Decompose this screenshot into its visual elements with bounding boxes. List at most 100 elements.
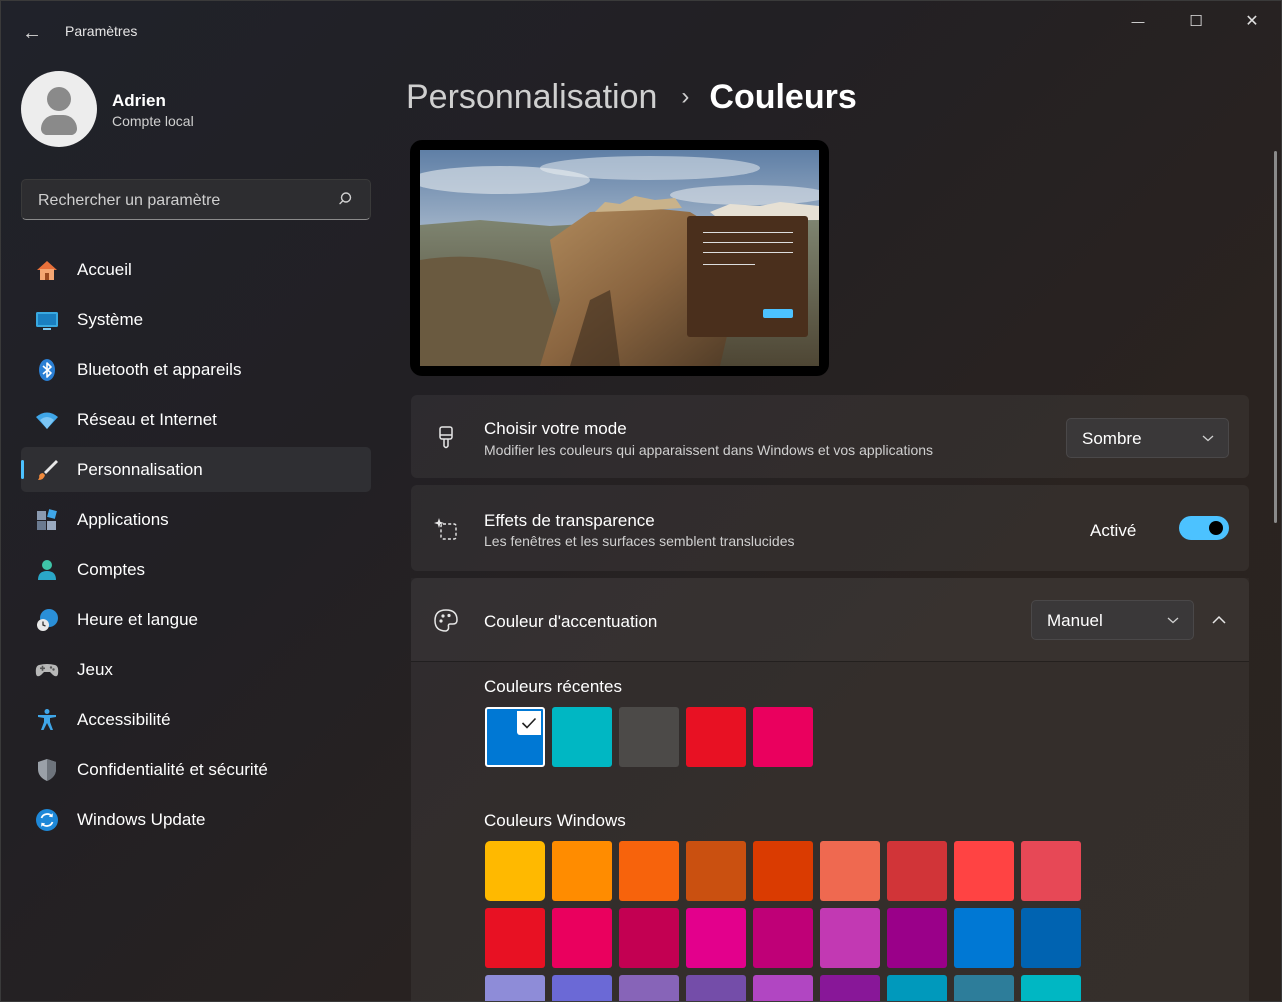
transparency-card: Effets de transparence Les fenêtres et l… [411, 485, 1249, 571]
close-icon: ✕ [1245, 13, 1259, 30]
sidebar-item-heure[interactable]: Heure et langue [21, 597, 371, 642]
mode-dropdown[interactable]: Sombre [1066, 418, 1229, 458]
back-button[interactable]: ← [15, 17, 49, 49]
sidebar-item-accueil[interactable]: Accueil [21, 247, 371, 292]
paint-brush-icon [439, 426, 453, 449]
collapse-button[interactable] [1199, 600, 1239, 640]
search-icon[interactable] [338, 190, 356, 208]
windows-color-swatch[interactable] [1021, 975, 1081, 1001]
search-box[interactable] [21, 179, 371, 221]
windows-color-swatch[interactable] [619, 908, 679, 968]
sidebar-item-label: Windows Update [77, 809, 206, 829]
sidebar-item-personnalisation[interactable]: Personnalisation [21, 447, 371, 492]
sidebar-item-windows-update[interactable]: Windows Update [21, 797, 371, 842]
windows-color-swatch[interactable] [686, 908, 746, 968]
wifi-icon [36, 412, 58, 429]
recent-color-swatch[interactable] [552, 707, 612, 767]
bluetooth-icon [39, 359, 55, 381]
windows-color-swatch[interactable] [887, 975, 947, 1001]
palette-icon [434, 609, 458, 632]
windows-color-swatch[interactable] [820, 908, 880, 968]
windows-color-swatch[interactable] [753, 841, 813, 901]
close-button[interactable]: ✕ [1223, 1, 1281, 41]
sidebar-item-label: Personnalisation [77, 459, 203, 479]
page-title: Couleurs [709, 77, 857, 116]
recent-colors-label: Couleurs récentes [484, 677, 622, 696]
sidebar-item-label: Comptes [77, 559, 146, 579]
windows-color-swatch[interactable] [552, 841, 612, 901]
sidebar-item-applications[interactable]: Applications [21, 497, 371, 542]
windows-color-swatch[interactable] [954, 975, 1014, 1001]
recent-color-swatch[interactable] [686, 707, 746, 767]
home-icon [37, 261, 57, 280]
sidebar-item-reseau[interactable]: Réseau et Internet [21, 397, 371, 442]
preview-sample-window [687, 216, 808, 337]
windows-color-swatch[interactable] [485, 975, 545, 1001]
windows-color-swatch[interactable] [552, 908, 612, 968]
windows-color-swatch[interactable] [753, 908, 813, 968]
breadcrumb-parent[interactable]: Personnalisation [406, 78, 657, 117]
sidebar-item-accessibilite[interactable]: Accessibilité [21, 697, 371, 742]
sidebar-item-confidentialite[interactable]: Confidentialité et sécurité [21, 747, 371, 792]
preview-text-line [703, 252, 793, 253]
update-icon [36, 809, 58, 831]
sidebar-item-systeme[interactable]: Système [21, 297, 371, 342]
accent-dropdown[interactable]: Manuel [1031, 600, 1194, 640]
windows-color-swatch[interactable] [686, 975, 746, 1001]
chevron-up-icon [1212, 615, 1226, 624]
checkmark-icon [517, 711, 541, 735]
sidebar-item-label: Système [77, 309, 144, 329]
windows-color-swatch[interactable] [485, 841, 545, 901]
breadcrumb-chevron-icon: › [681, 83, 690, 110]
windows-color-swatch[interactable] [887, 908, 947, 968]
windows-color-swatch[interactable] [954, 908, 1014, 968]
recent-color-swatch[interactable] [753, 707, 813, 767]
transparency-toggle[interactable] [1179, 516, 1229, 540]
profile-account-type: Compte local [112, 113, 194, 129]
avatar-head-icon [47, 87, 71, 111]
sidebar-item-label: Jeux [77, 659, 113, 679]
sidebar-item-label: Réseau et Internet [77, 409, 217, 429]
title-bar: ← Paramètres — ☐ ✕ [1, 1, 1281, 63]
windows-color-swatch[interactable] [753, 975, 813, 1001]
chevron-down-icon [1202, 435, 1214, 442]
windows-color-swatch[interactable] [1021, 841, 1081, 901]
sidebar-item-comptes[interactable]: Comptes [21, 547, 371, 592]
windows-color-swatch[interactable] [619, 975, 679, 1001]
windows-color-swatch[interactable] [619, 841, 679, 901]
mode-card: Choisir votre mode Modifier les couleurs… [411, 395, 1249, 478]
wallpaper-preview [420, 150, 819, 366]
minimize-button[interactable]: — [1109, 1, 1167, 41]
windows-color-swatch[interactable] [820, 841, 880, 901]
avatar-body-icon [41, 115, 77, 135]
back-arrow-icon: ← [22, 21, 42, 44]
transparency-title: Effets de transparence [484, 511, 655, 530]
clock-globe-icon [37, 609, 58, 631]
brush-icon [38, 460, 58, 480]
sidebar-item-label: Heure et langue [77, 609, 198, 629]
sidebar-item-label: Bluetooth et appareils [77, 359, 242, 379]
windows-color-swatch[interactable] [887, 841, 947, 901]
recent-color-swatch[interactable] [485, 707, 545, 767]
sidebar-item-jeux[interactable]: Jeux [21, 647, 371, 692]
windows-color-swatch[interactable] [485, 908, 545, 968]
transparency-sparkle-icon [434, 518, 457, 540]
accent-dropdown-value: Manuel [1047, 611, 1103, 630]
windows-color-swatch[interactable] [820, 975, 880, 1001]
user-profile[interactable]: Adrien Compte local [21, 71, 371, 151]
search-input[interactable] [36, 180, 330, 221]
shield-icon [38, 759, 56, 781]
windows-color-swatch[interactable] [954, 841, 1014, 901]
sidebar-item-bluetooth[interactable]: Bluetooth et appareils [21, 347, 371, 392]
windows-color-swatch[interactable] [686, 841, 746, 901]
preview-text-line [703, 264, 755, 265]
recent-color-swatch[interactable] [619, 707, 679, 767]
maximize-button[interactable]: ☐ [1167, 1, 1225, 41]
accessibility-icon [38, 709, 56, 730]
windows-color-swatch[interactable] [1021, 908, 1081, 968]
preview-text-line [703, 232, 793, 233]
scrollbar-thumb[interactable] [1274, 151, 1277, 523]
transparency-subtitle: Les fenêtres et les surfaces semblent tr… [484, 533, 795, 549]
windows-color-swatch[interactable] [552, 975, 612, 1001]
chevron-down-icon [1167, 617, 1179, 624]
